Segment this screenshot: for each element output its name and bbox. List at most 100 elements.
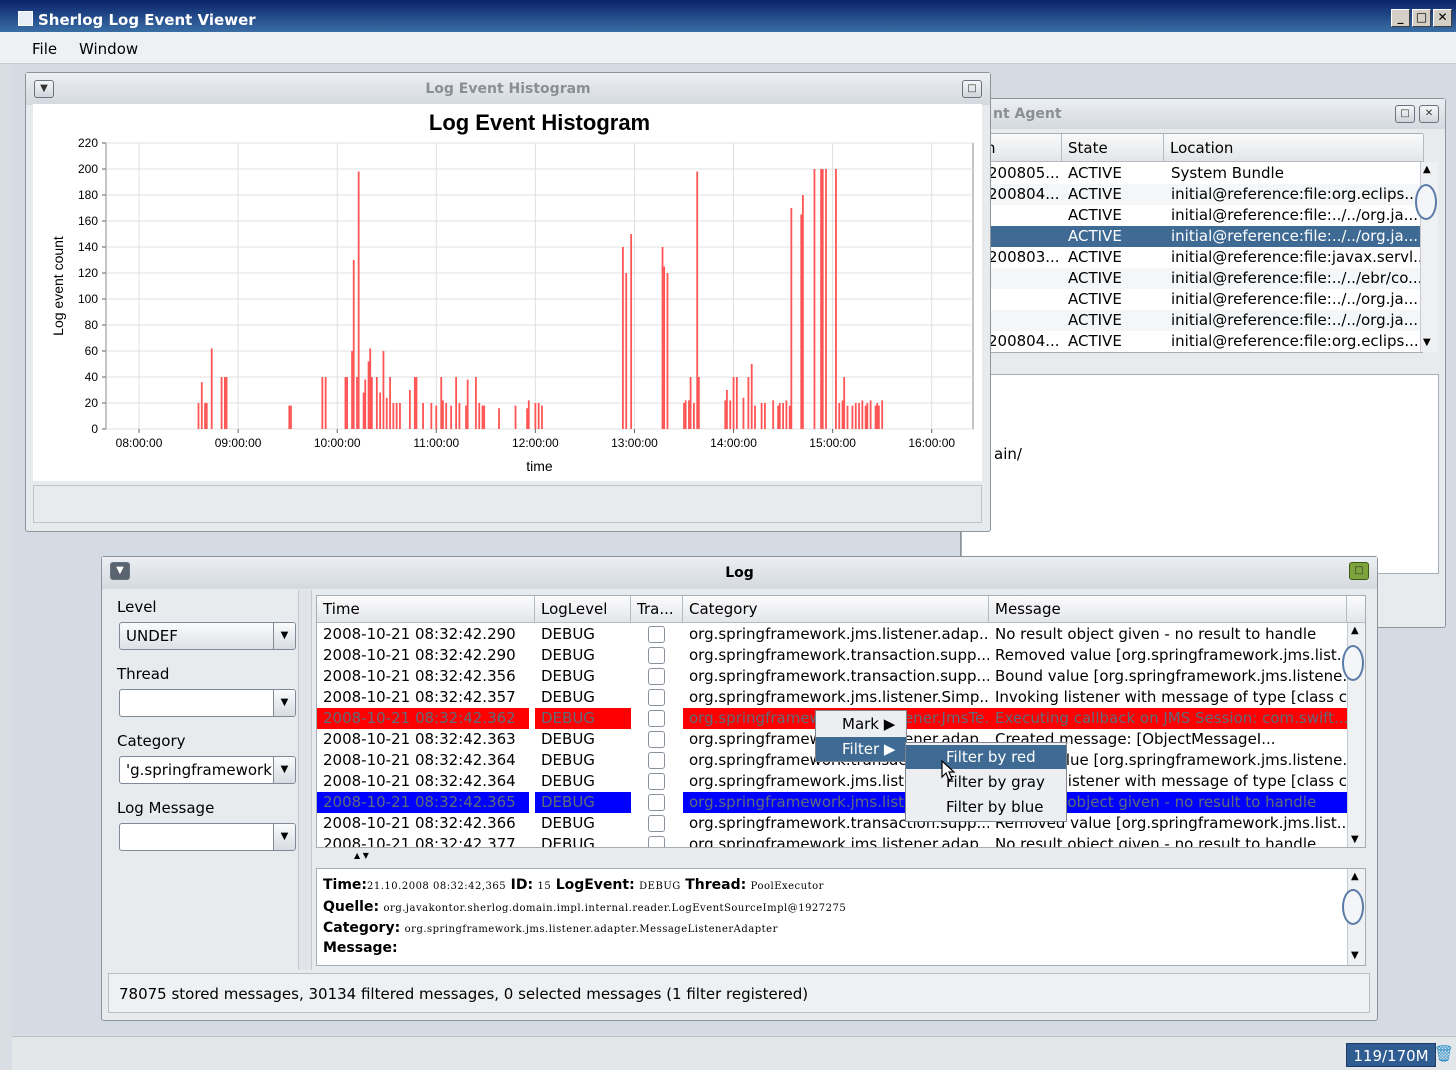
histogram-bar: [224, 377, 226, 429]
table-row[interactable]: 2008-10-21 08:32:42.356 DEBUG org.springfr…: [317, 666, 1347, 687]
table-row[interactable]: 2008-10-21 08:32:42.365 DEBUG org.springfr…: [317, 792, 1347, 813]
tracking-checkbox[interactable]: [648, 773, 665, 790]
tracking-checkbox[interactable]: [648, 794, 665, 811]
x-tick-label: 12:00:00: [512, 436, 559, 450]
maximize-frame-button[interactable]: □: [1349, 562, 1369, 580]
scroll-thumb[interactable]: [1415, 184, 1437, 220]
cell-level: DEBUG: [535, 708, 631, 729]
scroll-up-icon[interactable]: ▲: [1351, 625, 1359, 636]
bundle-cell-location: initial@reference:file:../../org.ja...: [1171, 290, 1419, 308]
histogram-bar: [382, 351, 385, 429]
tracking-checkbox[interactable]: [648, 731, 665, 748]
tracking-checkbox[interactable]: [648, 710, 665, 727]
histogram-bar: [869, 400, 872, 429]
minimize-button[interactable]: _: [1391, 9, 1410, 27]
java-app-icon: [18, 11, 33, 26]
scroll-down-icon[interactable]: ▼: [1351, 834, 1359, 845]
bundle-column-0[interactable]: n: [980, 134, 1062, 162]
cell-category: org.springframework.jms.listener.adap...: [689, 835, 989, 848]
thread-select[interactable]: ▼: [119, 689, 296, 717]
split-pane-divider[interactable]: [298, 590, 312, 970]
log-message-select[interactable]: ▼: [119, 823, 296, 851]
category-select[interactable]: 'g.springframework ▼: [119, 756, 296, 784]
bundle-row[interactable]: 200804... ACTIVE initial@reference:file:or…: [980, 184, 1420, 205]
table-row[interactable]: 2008-10-21 08:32:42.377 DEBUG org.springfr…: [317, 834, 1347, 848]
histogram-bar: [514, 405, 517, 429]
chevron-down-icon[interactable]: ▼: [273, 623, 295, 649]
column-tra[interactable]: Tra...: [631, 596, 683, 623]
frame-menu-icon[interactable]: ▼: [110, 562, 130, 580]
menu-item-mark[interactable]: Mark ▶: [816, 712, 906, 736]
histogram-bar: [724, 400, 727, 429]
scroll-up-icon[interactable]: ▲: [1351, 871, 1359, 882]
tracking-checkbox[interactable]: [648, 647, 665, 664]
histogram-bar: [395, 403, 398, 429]
chevron-down-icon[interactable]: ▼: [273, 824, 295, 850]
menu-item-filter-by-blue[interactable]: Filter by blue: [906, 795, 1066, 819]
scroll-down-icon[interactable]: ▼: [1423, 337, 1431, 348]
histogram-bar: [858, 403, 860, 429]
bundle-row[interactable]: ACTIVE initial@reference:file:../../org.j…: [980, 205, 1420, 226]
cell-level: DEBUG: [541, 730, 595, 748]
table-row[interactable]: 2008-10-21 08:32:42.290 DEBUG org.springfr…: [317, 645, 1347, 666]
detail-thread-label: Thread:: [685, 877, 747, 893]
tracking-checkbox[interactable]: [648, 668, 665, 685]
bundle-row[interactable]: ACTIVE initial@reference:file:../../org.j…: [980, 289, 1420, 310]
histogram-bar: [441, 400, 444, 429]
bundle-column-2[interactable]: Location: [1164, 134, 1424, 162]
split-arrows-icon[interactable]: ▲ ▼: [354, 851, 369, 860]
vertical-split-divider[interactable]: ▲ ▼: [316, 849, 1366, 865]
bundle-row[interactable]: ACTIVE initial@reference:file:../../ebr/c…: [980, 268, 1420, 289]
cell-time: 2008-10-21 08:32:42.362: [317, 708, 529, 729]
table-row[interactable]: 2008-10-21 08:32:42.366 DEBUG org.springfr…: [317, 813, 1347, 834]
menu-item-filter-by-red[interactable]: Filter by red: [906, 745, 1066, 769]
bundle-row[interactable]: 200803... ACTIVE initial@reference:file:ja…: [980, 247, 1420, 268]
maximize-frame-button[interactable]: □: [962, 80, 982, 98]
bundle-row[interactable]: 200805... ACTIVE System Bundle: [980, 163, 1420, 184]
log-table-scrollbar[interactable]: ▲ ▼: [1342, 623, 1365, 847]
level-select[interactable]: UNDEF ▼: [119, 622, 296, 650]
scroll-down-icon[interactable]: ▼: [1351, 950, 1359, 961]
bundle-row[interactable]: ACTIVE initial@reference:file:../../org.j…: [980, 310, 1420, 331]
maximize-button[interactable]: □: [1412, 9, 1431, 27]
y-axis-label: Log event count: [50, 236, 66, 336]
table-row[interactable]: 2008-10-21 08:32:42.364DEBUGorg.springfr…: [317, 771, 1347, 792]
close-frame-icon[interactable]: ✕: [1419, 105, 1439, 123]
trash-icon[interactable]: 🗑: [1434, 1044, 1454, 1063]
detail-id-label: ID:: [510, 877, 534, 893]
close-button[interactable]: ✕: [1433, 9, 1452, 27]
bundle-row[interactable]: ACTIVE initial@reference:file:../../org.j…: [980, 226, 1420, 247]
column-time[interactable]: Time: [317, 596, 535, 623]
histogram-bar: [777, 405, 780, 429]
scroll-thumb[interactable]: [1342, 645, 1364, 681]
table-row[interactable]: 2008-10-21 08:32:42.290 DEBUG org.springfr…: [317, 624, 1347, 645]
tracking-checkbox[interactable]: [648, 752, 665, 769]
tracking-checkbox[interactable]: [648, 626, 665, 643]
memory-indicator[interactable]: 119/170M: [1346, 1043, 1436, 1067]
detail-logevent-label: LogEvent:: [555, 877, 635, 893]
frame-menu-icon[interactable]: ▼: [34, 80, 54, 98]
column-loglevel[interactable]: LogLevel: [535, 596, 631, 623]
column-message[interactable]: Message: [989, 596, 1347, 623]
bundle-row[interactable]: 200804... ACTIVE initial@reference:file:or…: [980, 331, 1420, 352]
chevron-down-icon[interactable]: ▼: [273, 757, 295, 783]
x-tick-label: 08:00:00: [116, 436, 163, 450]
histogram-bar: [813, 169, 816, 429]
menu-item-filter-by-gray[interactable]: Filter by gray: [906, 770, 1066, 794]
bundle-scrollbar[interactable]: ▲ ▼: [1415, 162, 1438, 352]
table-row[interactable]: 2008-10-21 08:32:42.357 DEBUG org.springfr…: [317, 687, 1347, 708]
menu-file[interactable]: File: [32, 40, 57, 58]
chevron-down-icon[interactable]: ▼: [273, 690, 295, 716]
detail-scrollbar[interactable]: ▲ ▼: [1342, 869, 1365, 965]
tracking-checkbox[interactable]: [648, 689, 665, 706]
bundle-column-1[interactable]: State: [1062, 134, 1164, 162]
scroll-up-icon[interactable]: ▲: [1423, 164, 1431, 175]
maximize-frame-button[interactable]: □: [1395, 105, 1415, 123]
tracking-checkbox[interactable]: [648, 815, 665, 832]
thread-label: Thread: [117, 665, 170, 683]
menu-window[interactable]: Window: [79, 40, 138, 58]
scroll-thumb[interactable]: [1342, 889, 1364, 925]
menu-item-filter[interactable]: Filter ▶: [816, 737, 906, 761]
tracking-checkbox[interactable]: [648, 836, 665, 847]
column-category[interactable]: Category: [683, 596, 989, 623]
